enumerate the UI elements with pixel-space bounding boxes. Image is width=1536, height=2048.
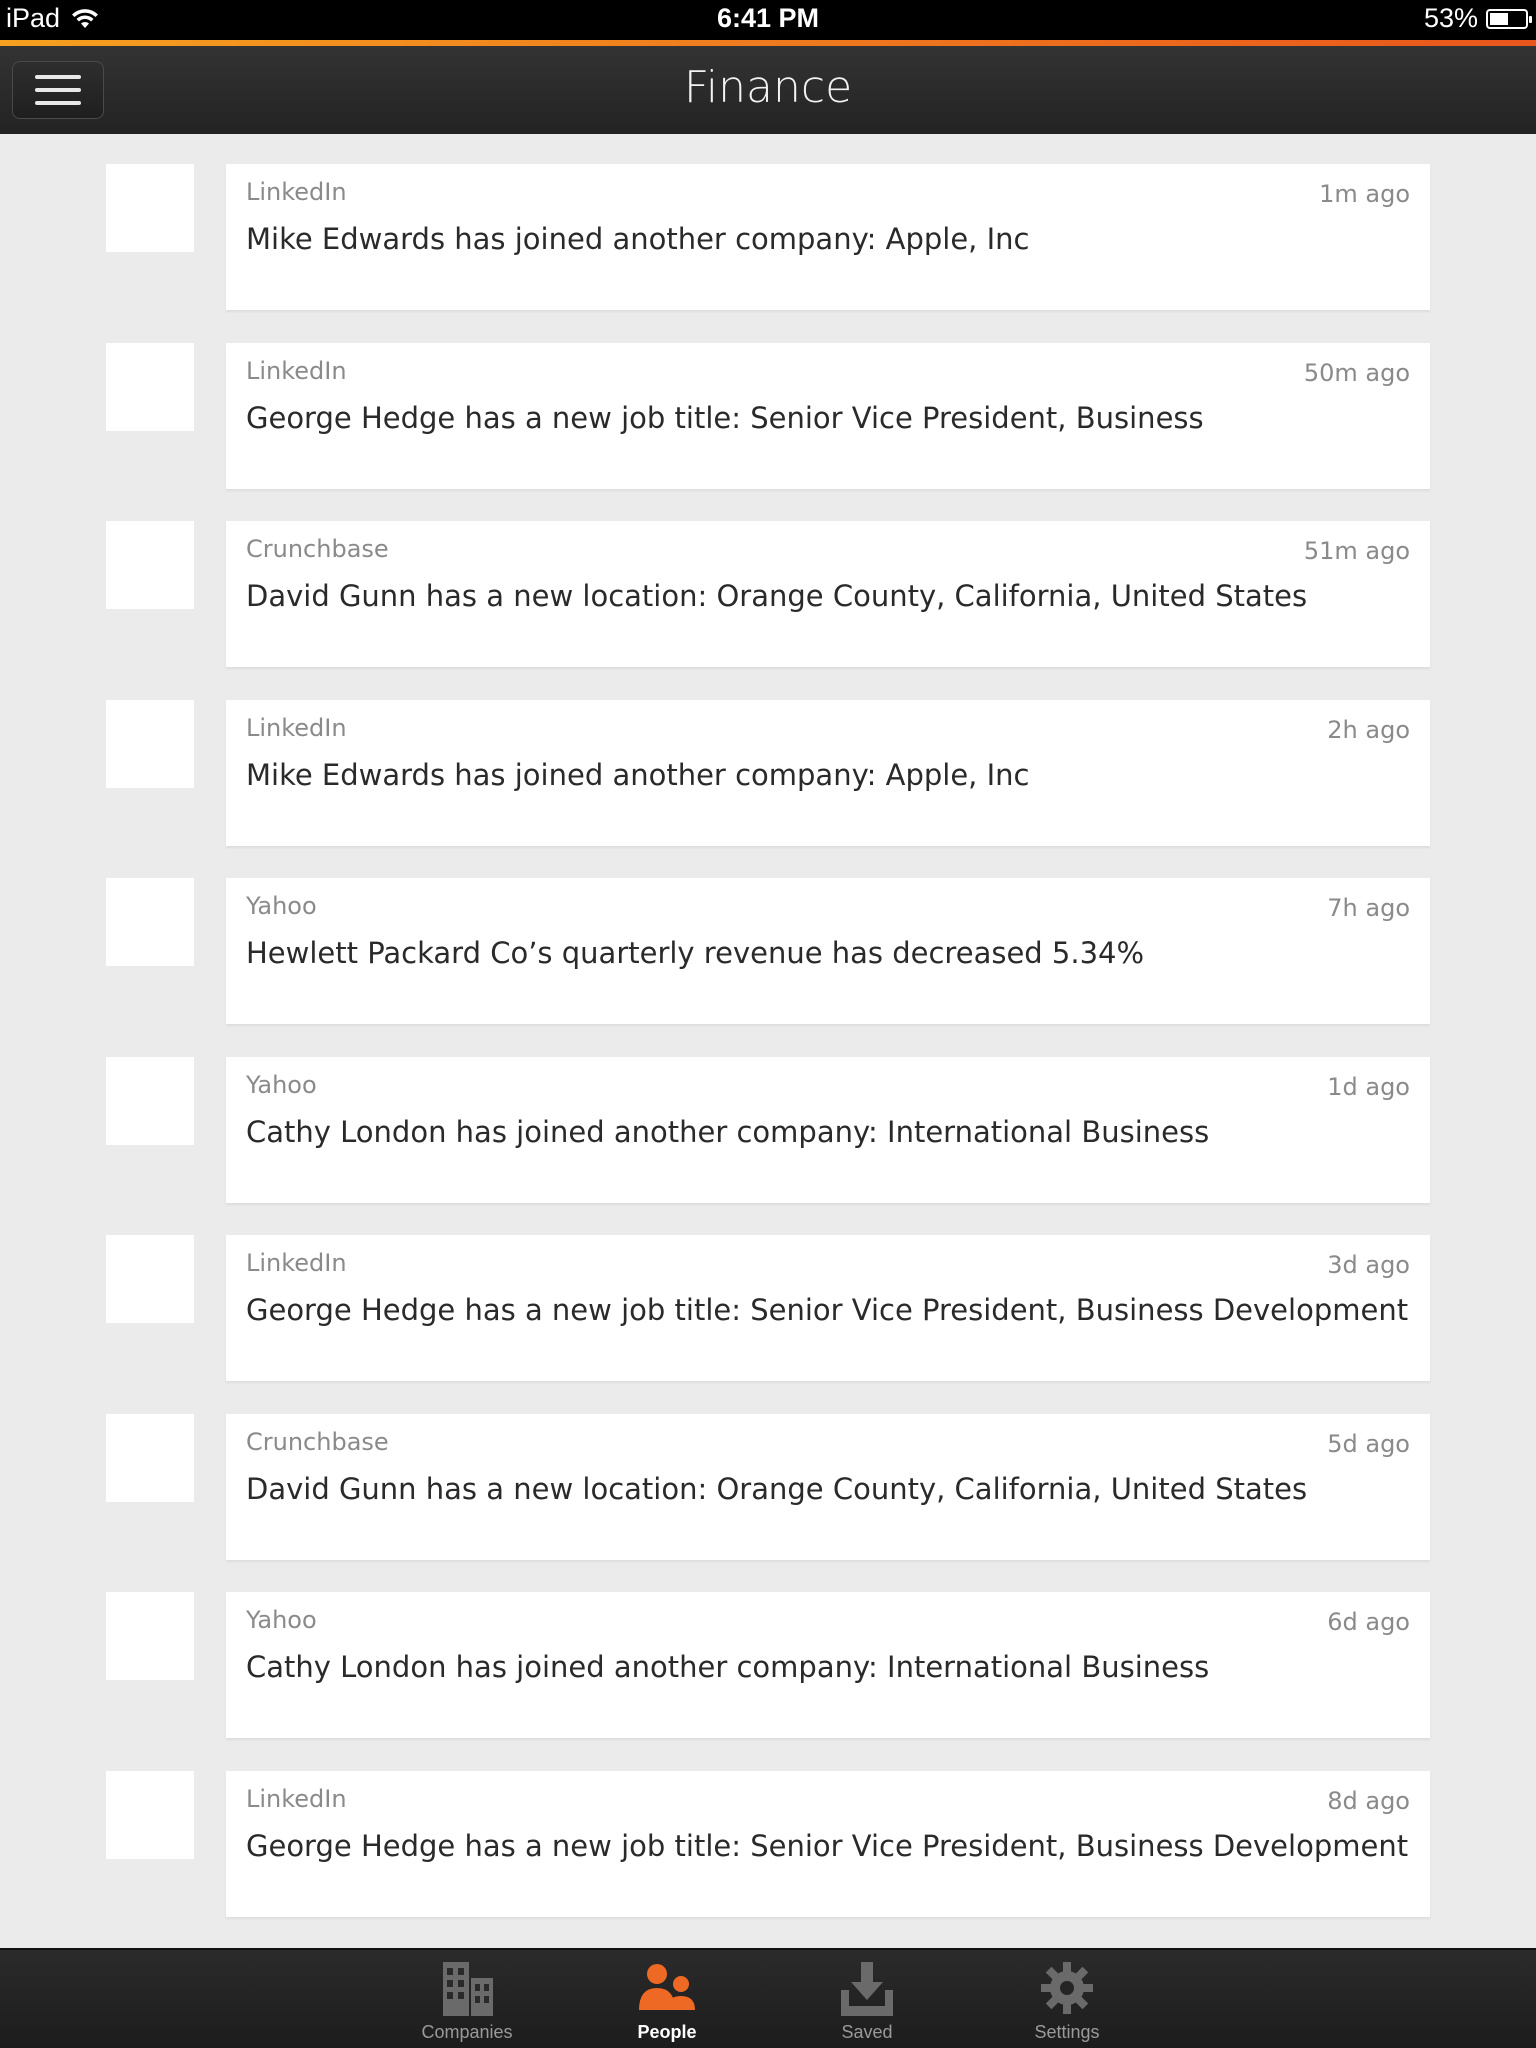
buildings-icon — [443, 1962, 493, 2016]
feed-message: Mike Edwards has joined another company:… — [246, 757, 1030, 792]
tab-companies[interactable]: Companies — [392, 1960, 542, 2046]
source-avatar — [106, 878, 194, 966]
feed-message: David Gunn has a new location: Orange Co… — [246, 579, 1308, 613]
tab-people[interactable]: People — [592, 1960, 742, 2046]
feed-source: Yahoo — [246, 1606, 317, 1634]
feed-message: Hewlett Packard Co’s quarterly revenue h… — [246, 936, 1145, 970]
feed-item[interactable]: LinkedIn 1m ago Mike Edwards has joined … — [0, 164, 1536, 310]
feed-card[interactable]: Yahoo 1d ago Cathy London has joined ano… — [226, 1056, 1430, 1203]
feed-time: 50m ago — [1303, 358, 1410, 387]
feed-message: Cathy London has joined another company:… — [246, 1114, 1210, 1149]
feed-item[interactable]: LinkedIn 8d ago George Hedge has a new j… — [0, 1770, 1536, 1917]
status-right: 53% — [1423, 3, 1532, 34]
source-avatar — [106, 521, 194, 609]
source-avatar — [106, 1235, 194, 1323]
feed-time: 1d ago — [1327, 1072, 1410, 1101]
feed-time: 7h ago — [1327, 894, 1410, 922]
feed-message: Mike Edwards has joined another company:… — [246, 222, 1030, 256]
feed-time: 51m ago — [1303, 537, 1410, 565]
feed-source: LinkedIn — [246, 356, 347, 385]
feed-list: LinkedIn 1m ago Mike Edwards has joined … — [0, 164, 1536, 1949]
tab-label: People — [637, 2022, 697, 2042]
status-bar: iPad 6:41 PM 53% — [0, 0, 1536, 40]
feed-item[interactable]: Yahoo 7h ago Hewlett Packard Co’s quarte… — [0, 878, 1536, 1024]
feed-item[interactable]: Crunchbase 5d ago David Gunn has a new l… — [0, 1413, 1536, 1560]
nav-bar: Finance — [0, 46, 1536, 134]
feed-message: David Gunn has a new location: Orange Co… — [246, 1471, 1308, 1506]
battery-icon — [1486, 8, 1532, 29]
source-avatar — [106, 1413, 194, 1502]
feed-card[interactable]: LinkedIn 1m ago Mike Edwards has joined … — [226, 164, 1430, 310]
feed-card[interactable]: LinkedIn 3d ago George Hedge has a new j… — [226, 1235, 1430, 1381]
source-avatar — [106, 1592, 194, 1680]
feed-source: Crunchbase — [246, 535, 389, 563]
feed-source: Crunchbase — [246, 1427, 389, 1456]
feed-source: Yahoo — [246, 892, 317, 920]
feed-message: George Hedge has a new job title: Senior… — [246, 1293, 1409, 1327]
source-avatar — [106, 164, 194, 252]
source-avatar — [106, 1770, 194, 1859]
feed-time: 3d ago — [1327, 1251, 1410, 1279]
feed-message: George Hedge has a new job title: Senior… — [246, 400, 1204, 435]
download-tray-icon — [841, 1962, 893, 2016]
tab-label: Companies — [421, 2022, 513, 2042]
feed-card[interactable]: LinkedIn 8d ago George Hedge has a new j… — [226, 1770, 1430, 1917]
feed-item[interactable]: Yahoo 1d ago Cathy London has joined ano… — [0, 1056, 1536, 1203]
feed-source: LinkedIn — [246, 1249, 347, 1277]
tab-settings[interactable]: Settings — [992, 1960, 1142, 2046]
feed-card[interactable]: LinkedIn 50m ago George Hedge has a new … — [226, 342, 1430, 489]
feed-item[interactable]: Yahoo 6d ago Cathy London has joined ano… — [0, 1592, 1536, 1738]
tab-bar: Companies People Saved Settings — [0, 1948, 1536, 2048]
feed-time: 1m ago — [1319, 180, 1410, 208]
feed-source: Yahoo — [246, 1070, 317, 1099]
tab-label: Settings — [1034, 2022, 1100, 2042]
feed-source: LinkedIn — [246, 178, 347, 206]
battery-level — [1490, 12, 1509, 25]
feed-item[interactable]: LinkedIn 50m ago George Hedge has a new … — [0, 342, 1536, 489]
feed-item[interactable]: Crunchbase 51m ago David Gunn has a new … — [0, 521, 1536, 667]
feed-card[interactable]: Yahoo 6d ago Cathy London has joined ano… — [226, 1592, 1430, 1738]
feed-card[interactable]: Crunchbase 5d ago David Gunn has a new l… — [226, 1413, 1430, 1560]
feed-item[interactable]: LinkedIn 3d ago George Hedge has a new j… — [0, 1235, 1536, 1381]
feed-card[interactable]: Crunchbase 51m ago David Gunn has a new … — [226, 521, 1430, 667]
feed-card[interactable]: Yahoo 7h ago Hewlett Packard Co’s quarte… — [226, 878, 1430, 1024]
feed-card[interactable]: LinkedIn 2h ago Mike Edwards has joined … — [226, 699, 1430, 846]
battery-percent: 53% — [1423, 3, 1478, 33]
feed-time: 8d ago — [1327, 1786, 1410, 1815]
tab-saved[interactable]: Saved — [792, 1960, 942, 2046]
tab-label: Saved — [841, 2022, 893, 2042]
feed-source: LinkedIn — [246, 1784, 347, 1813]
source-avatar — [106, 1056, 194, 1145]
people-icon — [639, 1964, 695, 2010]
page-title: Finance — [683, 62, 853, 113]
feed-item[interactable]: LinkedIn 2h ago Mike Edwards has joined … — [0, 699, 1536, 846]
feed-time: 6d ago — [1327, 1608, 1410, 1636]
feed-time: 2h ago — [1327, 715, 1410, 744]
feed-message: Cathy London has joined another company:… — [246, 1650, 1210, 1684]
source-avatar — [106, 342, 194, 431]
feed-source: LinkedIn — [246, 713, 347, 742]
clock: 6:41 PM — [716, 3, 820, 33]
gear-icon — [1041, 1962, 1093, 2014]
feed-time: 5d ago — [1327, 1429, 1410, 1458]
feed-message: George Hedge has a new job title: Senior… — [246, 1828, 1409, 1863]
source-avatar — [106, 699, 194, 788]
